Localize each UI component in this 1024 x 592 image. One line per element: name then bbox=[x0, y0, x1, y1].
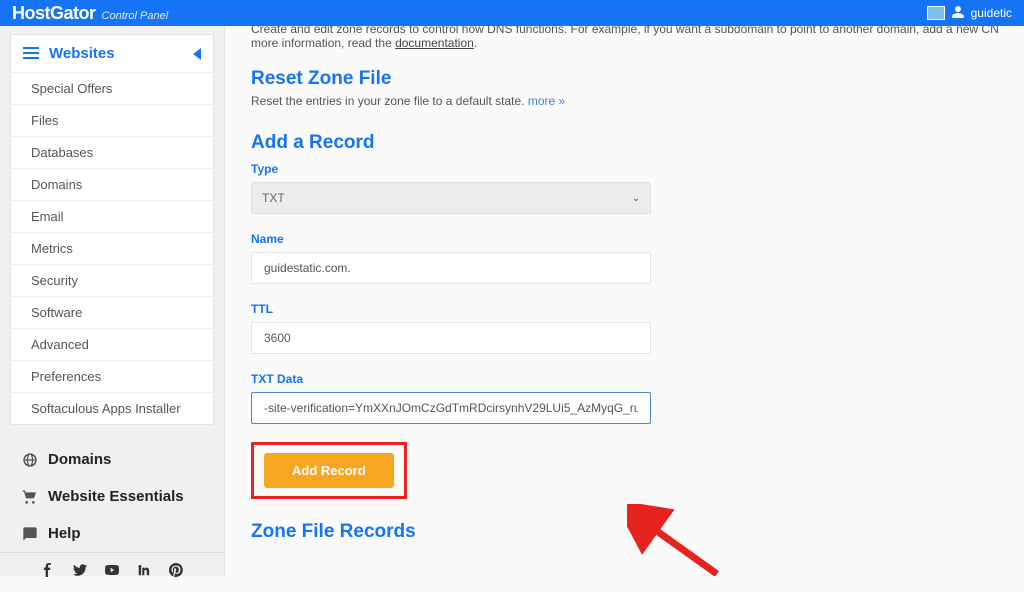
menu-icon bbox=[23, 47, 39, 61]
intro-text-cut: Create and edit zone records to control … bbox=[251, 26, 998, 36]
pinterest-icon[interactable] bbox=[169, 563, 183, 582]
brand-subtitle: Control Panel bbox=[102, 10, 169, 22]
reset-zone-desc: Reset the entries in your zone file to a… bbox=[251, 94, 998, 108]
sidebar-cat-label: Website Essentials bbox=[48, 488, 184, 505]
sidebar-item-domains[interactable]: Domains bbox=[11, 169, 213, 201]
reset-zone-title: Reset Zone File bbox=[251, 68, 998, 90]
caret-left-icon bbox=[193, 48, 201, 60]
sidebar-cat-label: Domains bbox=[48, 451, 111, 468]
facebook-icon[interactable] bbox=[41, 563, 55, 582]
intro-text-line2: more information, read the documentation… bbox=[251, 36, 998, 50]
sidebar-cat-help[interactable]: Help bbox=[0, 515, 224, 552]
sidebar-item-software[interactable]: Software bbox=[11, 297, 213, 329]
cart-icon bbox=[22, 489, 38, 505]
sidebar-item-databases[interactable]: Databases bbox=[11, 137, 213, 169]
type-label: Type bbox=[251, 162, 998, 176]
name-input[interactable] bbox=[251, 252, 651, 284]
add-record-title: Add a Record bbox=[251, 132, 998, 154]
brand-logo: HostGator bbox=[12, 3, 96, 24]
sidebar-item-special-offers[interactable]: Special Offers bbox=[11, 73, 213, 105]
sidebar-cat-domains[interactable]: Domains bbox=[0, 441, 224, 478]
type-select[interactable]: TXT ⌄ bbox=[251, 182, 651, 214]
social-links bbox=[0, 552, 224, 592]
linkedin-icon[interactable] bbox=[137, 563, 151, 582]
globe-icon bbox=[22, 452, 38, 468]
txt-data-label: TXT Data bbox=[251, 372, 998, 386]
user-menu[interactable]: guidetic bbox=[927, 5, 1012, 22]
chat-icon bbox=[22, 526, 38, 542]
sidebar-item-email[interactable]: Email bbox=[11, 201, 213, 233]
sidebar-cat-essentials[interactable]: Website Essentials bbox=[0, 478, 224, 515]
add-record-highlight: Add Record bbox=[251, 442, 407, 499]
username: guidetic bbox=[971, 6, 1012, 20]
type-select-value: TXT bbox=[262, 191, 285, 205]
user-icon bbox=[951, 5, 965, 22]
chevron-down-icon: ⌄ bbox=[632, 193, 640, 204]
sidebar: Websites Special Offers Files Databases … bbox=[0, 26, 225, 576]
sidebar-item-files[interactable]: Files bbox=[11, 105, 213, 137]
sidebar-item-metrics[interactable]: Metrics bbox=[11, 233, 213, 265]
add-record-button[interactable]: Add Record bbox=[264, 453, 394, 488]
sidebar-item-advanced[interactable]: Advanced bbox=[11, 329, 213, 361]
reset-more-link[interactable]: more » bbox=[528, 94, 565, 108]
sidebar-cat-label: Help bbox=[48, 525, 81, 542]
youtube-icon[interactable] bbox=[105, 563, 119, 582]
ttl-input[interactable] bbox=[251, 322, 651, 354]
main-content: Create and edit zone records to control … bbox=[225, 26, 1024, 576]
sidebar-section-title: Websites bbox=[49, 45, 115, 62]
brand: HostGator Control Panel bbox=[12, 3, 168, 24]
name-label: Name bbox=[251, 232, 998, 246]
ttl-label: TTL bbox=[251, 302, 998, 316]
user-avatar-placeholder bbox=[927, 6, 945, 20]
documentation-link[interactable]: documentation bbox=[395, 36, 474, 50]
zone-file-records-title: Zone File Records bbox=[251, 521, 998, 543]
sidebar-item-security[interactable]: Security bbox=[11, 265, 213, 297]
sidebar-section-websites[interactable]: Websites bbox=[11, 35, 213, 73]
txt-data-input[interactable] bbox=[251, 392, 651, 424]
sidebar-item-preferences[interactable]: Preferences bbox=[11, 361, 213, 393]
twitter-icon[interactable] bbox=[73, 563, 87, 582]
sidebar-item-softaculous[interactable]: Softaculous Apps Installer bbox=[11, 393, 213, 424]
